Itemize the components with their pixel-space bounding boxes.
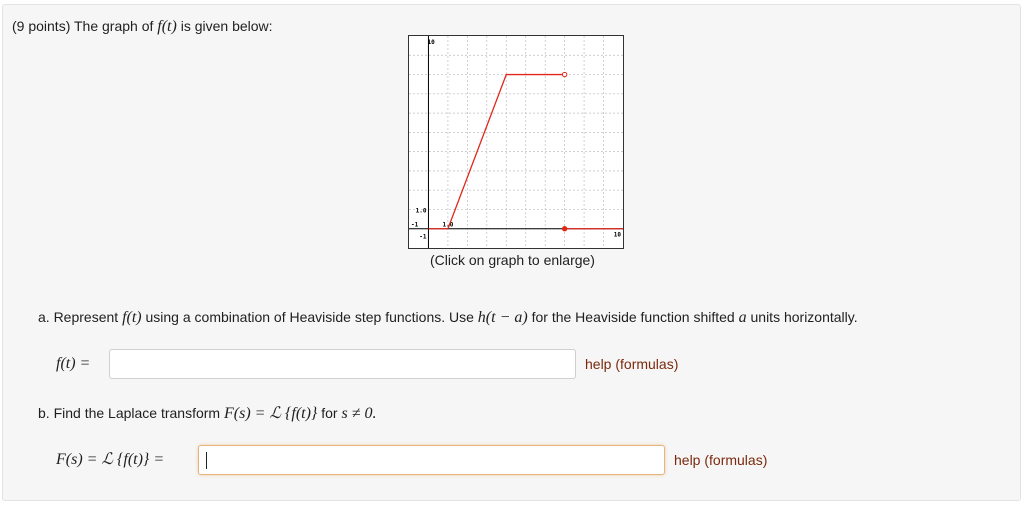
part-a-func: f(t) (122, 309, 142, 326)
graph-svg: 10-110-11.01.0 (409, 36, 623, 248)
text-caret (206, 452, 207, 469)
part-b-cond: s ≠ 0. (341, 405, 377, 422)
part-b-prompt: b. Find the Laplace transform F(s) = ℒ {… (38, 404, 376, 423)
point-marker-open (561, 71, 568, 78)
function-graph[interactable]: 10 -1 10 -1 1.0 1.0 (408, 35, 624, 249)
tick-label-x-max: 10 (614, 232, 622, 239)
part-a-prefix: a. Represent (38, 309, 119, 325)
part-b-answer-input[interactable] (198, 445, 665, 475)
part-a-after: for the Heaviside function shifted (531, 309, 735, 325)
part-b-answer-label: F(s) = ℒ {f(t)} = (56, 451, 165, 468)
part-a-answer-label: f(t) = (56, 355, 91, 372)
problem-intro: (9 points) The graph of f(t) is given be… (12, 17, 273, 36)
intro-func: f(t) (157, 18, 177, 35)
part-b-for: for (321, 405, 338, 421)
part-a-middle: using a combination of Heaviside step fu… (145, 309, 474, 325)
part-b-prefix: b. Find the Laplace transform (38, 405, 221, 421)
tick-label-x-min: -1 (411, 222, 419, 229)
tick-label-y-min: -1 (419, 234, 427, 241)
part-a-end: units horizontally. (750, 309, 858, 325)
point-marker-closed (561, 226, 568, 232)
part-a-prompt: a. Represent f(t) using a combination of… (38, 308, 858, 327)
part-a-help-link[interactable]: help (formulas) (585, 356, 678, 372)
intro-suffix: is given below: (180, 18, 273, 34)
part-b-expr: F(s) = ℒ {f(t)} (224, 405, 318, 422)
intro-prefix: (9 points) The graph of (12, 18, 154, 34)
graph-caption[interactable]: (Click on graph to enlarge) (430, 252, 595, 268)
tick-label-y-max: 10 (427, 39, 435, 46)
part-a-answer-input[interactable] (109, 349, 576, 379)
part-a-heaviside: h(t − a) (477, 309, 528, 326)
tick-label-y-one: 1.0 (416, 207, 427, 214)
part-a-a-var: a (738, 309, 747, 326)
part-b-help-link[interactable]: help (formulas) (674, 452, 767, 468)
